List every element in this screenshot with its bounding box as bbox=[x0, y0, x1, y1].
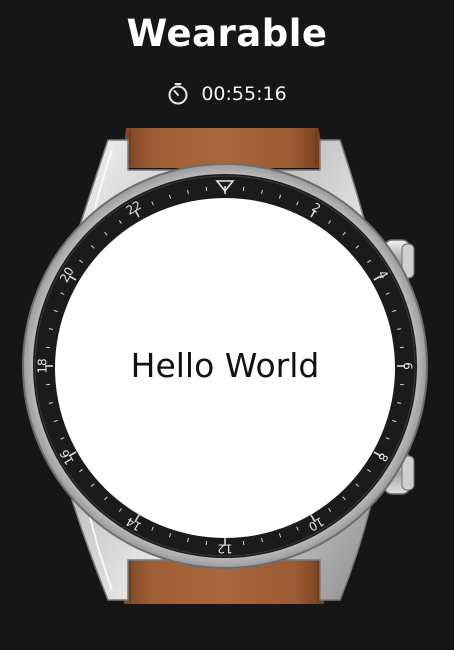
smartwatch-device: 246810121416182022 bbox=[22, 128, 428, 604]
screen-text: Hello World bbox=[130, 346, 320, 385]
strap-top bbox=[124, 128, 322, 168]
wearable-preview-page: Wearable 00:55:16 2 4 6 8 10 12 14 16 18… bbox=[0, 0, 454, 650]
bezel-number: 12 bbox=[217, 542, 232, 556]
